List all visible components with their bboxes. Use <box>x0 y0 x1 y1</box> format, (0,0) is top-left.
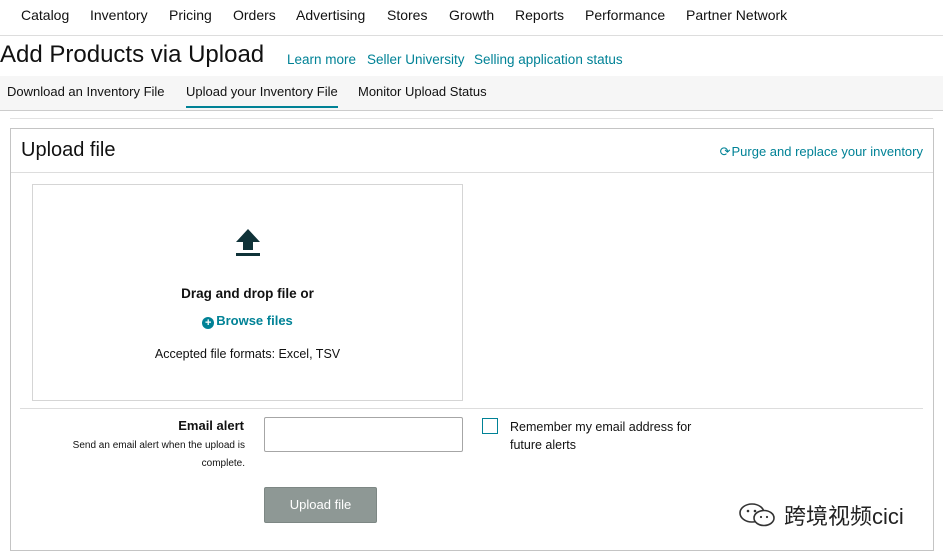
refresh-icon: ⟳ <box>719 144 731 159</box>
file-dropzone[interactable]: Drag and drop file or + Browse files Acce… <box>32 184 463 401</box>
accepted-formats: Accepted file formats: Excel, TSV <box>154 347 341 361</box>
nav-item-performance[interactable]: Performance <box>585 7 665 23</box>
panel-header: Upload file ⟳Purge and replace your inve… <box>11 129 933 173</box>
panel-title: Upload file <box>21 139 116 161</box>
seller-university-link[interactable]: Seller University <box>367 52 465 67</box>
plus-circle-icon: + <box>202 317 215 329</box>
selling-application-status-link[interactable]: Selling application status <box>474 52 623 67</box>
nav-item-catalog[interactable]: Catalog <box>21 7 69 23</box>
learn-more-link[interactable]: Learn more <box>287 52 356 67</box>
divider <box>20 408 923 409</box>
nav-item-stores[interactable]: Stores <box>387 7 427 23</box>
purge-replace-label: Purge and replace your inventory <box>731 144 923 159</box>
sub-navigation: Download an Inventory File Upload your I… <box>0 76 943 111</box>
browse-files-label: Browse files <box>216 313 293 328</box>
upload-file-button[interactable]: Upload file <box>264 487 377 523</box>
email-field[interactable] <box>264 417 463 452</box>
wechat-icon <box>739 503 775 527</box>
nav-item-growth[interactable]: Growth <box>449 7 494 23</box>
nav-item-inventory[interactable]: Inventory <box>90 7 148 23</box>
watermark-text: 跨境视频cici <box>784 504 904 529</box>
top-navigation: Catalog Inventory Pricing Orders Adverti… <box>0 0 943 36</box>
browse-files-link[interactable]: + Browse files <box>33 313 462 329</box>
nav-item-reports[interactable]: Reports <box>515 7 564 23</box>
nav-item-advertising[interactable]: Advertising <box>296 7 365 23</box>
remember-email-label[interactable]: Remember my email address for future ale… <box>510 418 710 454</box>
email-alert-help: Send an email alert when the upload is c… <box>72 440 245 469</box>
upload-panel: Upload file ⟳Purge and replace your inve… <box>10 128 934 551</box>
tab-upload-inventory-file[interactable]: Upload your Inventory File <box>186 84 338 108</box>
divider <box>10 118 933 119</box>
nav-item-pricing[interactable]: Pricing <box>169 7 212 23</box>
purge-replace-link[interactable]: ⟳Purge and replace your inventory <box>720 144 923 160</box>
page-title: Add Products via Upload <box>0 41 265 68</box>
email-alert-label: Email alert <box>178 418 244 433</box>
remember-email-checkbox[interactable] <box>482 418 498 434</box>
dropzone-title: Drag and drop file or <box>181 286 314 301</box>
nav-item-orders[interactable]: Orders <box>233 7 276 23</box>
tab-monitor-upload-status[interactable]: Monitor Upload Status <box>358 84 487 99</box>
upload-icon <box>236 229 260 256</box>
nav-item-partner-network[interactable]: Partner Network <box>686 7 787 23</box>
tab-download-inventory-file[interactable]: Download an Inventory File <box>7 84 165 99</box>
